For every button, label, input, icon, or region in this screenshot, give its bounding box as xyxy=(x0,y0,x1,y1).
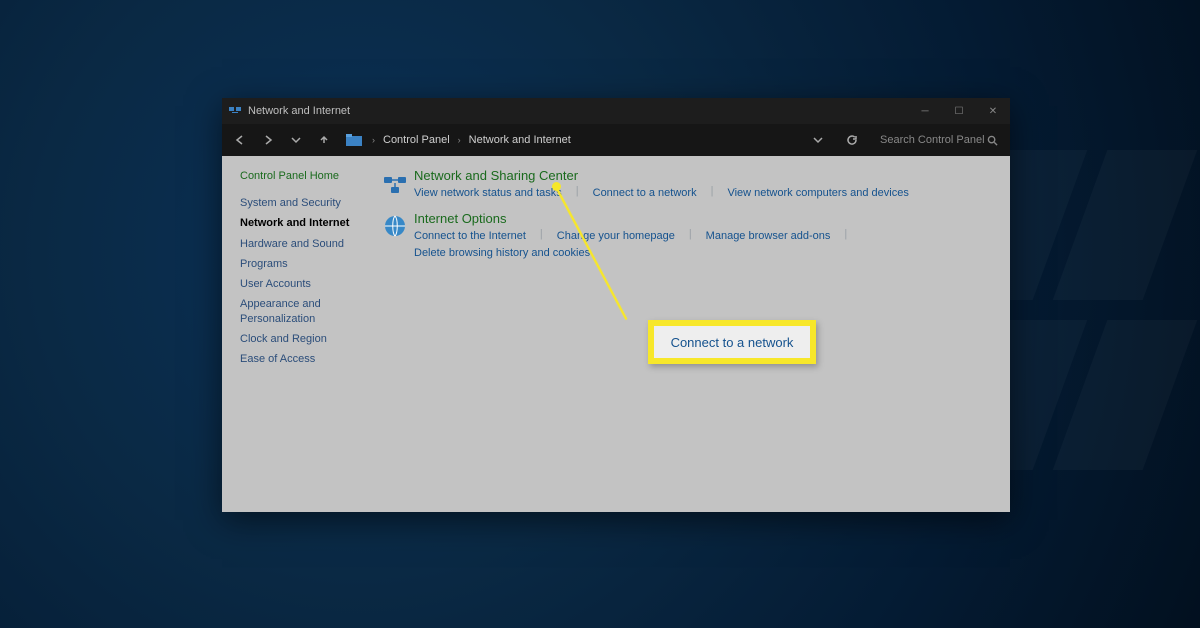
sidebar-item-ease-of-access[interactable]: Ease of Access xyxy=(240,352,372,366)
breadcrumb-current[interactable]: Network and Internet xyxy=(465,132,575,148)
chevron-right-icon: › xyxy=(456,135,463,145)
link-connect-to-a-network[interactable]: Connect to a network xyxy=(593,185,697,203)
breadcrumb: › Control Panel › Network and Internet xyxy=(370,132,802,148)
link-view-network-status-and-tasks[interactable]: View network status and tasks xyxy=(414,185,562,203)
sidebar-item-clock-and-region[interactable]: Clock and Region xyxy=(240,332,372,346)
callout-label: Connect to a network xyxy=(654,326,810,358)
window-title: Network and Internet xyxy=(248,105,908,117)
internet-globe-icon xyxy=(382,213,408,239)
sidebar-item-network-and-internet[interactable]: Network and Internet xyxy=(240,216,372,230)
maximize-button[interactable]: ☐ xyxy=(942,98,976,124)
folder-icon xyxy=(346,134,362,146)
link-separator: | xyxy=(538,228,545,246)
section-internet-options: Internet Options Connect to the Internet |… xyxy=(382,211,994,263)
control-panel-home-link[interactable]: Control Panel Home xyxy=(240,170,372,182)
sidebar-item-programs[interactable]: Programs xyxy=(240,257,372,271)
search-input[interactable]: Search Control Panel xyxy=(874,129,1004,151)
network-sharing-icon xyxy=(382,170,408,196)
breadcrumb-root[interactable]: Control Panel xyxy=(379,132,454,148)
callout-highlight: Connect to a network xyxy=(648,320,816,364)
refresh-button[interactable] xyxy=(840,128,864,152)
window-icon xyxy=(228,104,242,118)
sidebar-item-system-and-security[interactable]: System and Security xyxy=(240,196,372,210)
back-button[interactable] xyxy=(228,128,252,152)
link-delete-browsing-history-and-cookies[interactable]: Delete browsing history and cookies xyxy=(414,245,590,263)
section-title[interactable]: Network and Sharing Center xyxy=(414,168,909,183)
path-dropdown[interactable] xyxy=(806,128,830,152)
recent-dropdown[interactable] xyxy=(284,128,308,152)
link-separator: | xyxy=(574,185,581,203)
sidebar: Control Panel Home System and Security Ne… xyxy=(222,156,372,512)
title-bar: Network and Internet ─ ☐ ✕ xyxy=(222,98,1010,124)
nav-bar: › Control Panel › Network and Internet S… xyxy=(222,124,1010,156)
search-icon xyxy=(987,135,998,146)
control-panel-window: Network and Internet ─ ☐ ✕ › Control Pan… xyxy=(222,98,1010,512)
link-separator: | xyxy=(709,185,716,203)
link-manage-browser-add-ons[interactable]: Manage browser add-ons xyxy=(706,228,831,246)
link-change-your-homepage[interactable]: Change your homepage xyxy=(557,228,675,246)
search-placeholder: Search Control Panel xyxy=(880,134,987,146)
sidebar-item-hardware-and-sound[interactable]: Hardware and Sound xyxy=(240,237,372,251)
forward-button[interactable] xyxy=(256,128,280,152)
link-separator: | xyxy=(687,228,694,246)
sidebar-item-user-accounts[interactable]: User Accounts xyxy=(240,277,372,291)
up-button[interactable] xyxy=(312,128,336,152)
section-network-and-sharing-center: Network and Sharing Center View network s… xyxy=(382,168,994,203)
close-button[interactable]: ✕ xyxy=(976,98,1010,124)
minimize-button[interactable]: ─ xyxy=(908,98,942,124)
section-title[interactable]: Internet Options xyxy=(414,211,994,226)
chevron-right-icon: › xyxy=(370,135,377,145)
link-connect-to-the-internet[interactable]: Connect to the Internet xyxy=(414,228,526,246)
link-separator: | xyxy=(842,228,849,246)
sidebar-item-appearance-and-personalization[interactable]: Appearance and Personalization xyxy=(240,297,372,326)
link-view-network-computers-and-devices[interactable]: View network computers and devices xyxy=(727,185,908,203)
